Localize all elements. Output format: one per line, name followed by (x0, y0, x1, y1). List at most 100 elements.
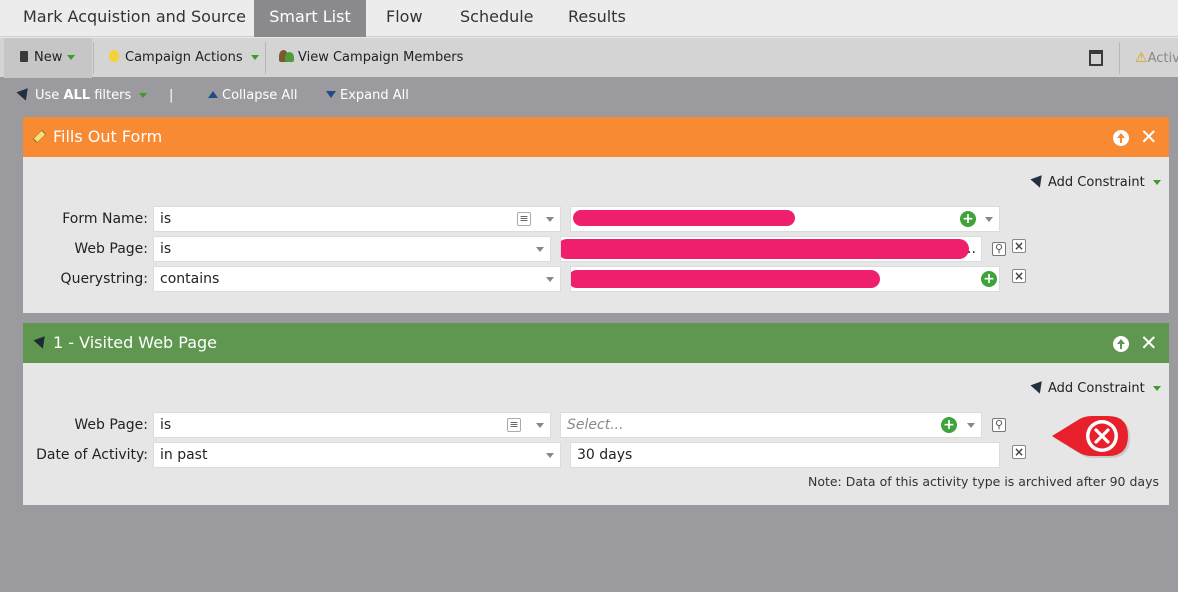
toolbar-divider (1119, 42, 1120, 74)
chevron-down-icon (536, 247, 544, 252)
collapse-all-label: Collapse All (222, 88, 298, 103)
remove-constraint-icon[interactable]: × (1012, 445, 1026, 459)
filters-label: filters (94, 88, 132, 103)
tab-results[interactable]: Results (553, 0, 641, 37)
close-icon[interactable]: ✕ (1140, 331, 1158, 355)
campaign-actions-label: Campaign Actions (125, 50, 243, 65)
date-value-field[interactable]: 30 days (570, 442, 1000, 468)
all-label: ALL (63, 88, 91, 103)
chevron-down-icon (546, 217, 554, 222)
activity-button[interactable]: ⚠Activ (1135, 38, 1178, 78)
form-name-label: Form Name: (62, 211, 148, 227)
filter-visited-web-page-body: Add Constraint Web Page: is ≡ Select... … (23, 363, 1169, 505)
chevron-down-icon (536, 423, 544, 428)
new-icon (20, 51, 28, 62)
operator-value: is (160, 211, 172, 227)
remove-constraint-icon[interactable]: × (1012, 269, 1026, 283)
value-placeholder: Select... (567, 417, 624, 433)
move-up-icon[interactable] (1113, 130, 1129, 146)
redaction-scribble (573, 210, 795, 226)
browse-icon[interactable]: ⚲ (992, 242, 1006, 256)
add-constraint-button[interactable]: Add Constraint (1030, 381, 1161, 396)
web-page-operator-select[interactable]: is ≡ (153, 412, 551, 438)
move-up-icon[interactable] (1113, 336, 1129, 352)
filter-visited-web-page-header[interactable]: 1 - Visited Web Page ✕ (23, 323, 1169, 363)
tab-schedule[interactable]: Schedule (445, 0, 549, 37)
operator-value: in past (160, 447, 208, 463)
querystring-label: Querystring: (60, 271, 148, 287)
web-page-label: Web Page: (74, 417, 148, 433)
use-all-filters-dropdown[interactable]: Use ALL filters (16, 88, 148, 103)
annotation-marker-svg (1052, 416, 1130, 458)
pencil-icon (32, 129, 47, 144)
campaign-actions-button[interactable]: Campaign Actions (109, 38, 259, 78)
chevron-down-icon (1152, 180, 1161, 185)
view-members-label: View Campaign Members (298, 50, 464, 65)
collapse-all-button[interactable]: Collapse All (208, 88, 298, 103)
querystring-operator-select[interactable]: contains (153, 266, 561, 292)
expand-all-label: Expand All (340, 88, 409, 103)
web-page-operator-select[interactable]: is (153, 236, 551, 262)
add-constraint-label: Add Constraint (1048, 381, 1145, 396)
chevron-up-icon (208, 91, 218, 98)
chevron-down-icon (967, 423, 975, 428)
add-constraint-label: Add Constraint (1048, 175, 1145, 190)
value-ellipsis: .. (967, 241, 976, 257)
operator-value: contains (160, 271, 220, 287)
warning-icon: ⚠ (1135, 50, 1148, 66)
expand-all-button[interactable]: Expand All (326, 88, 409, 103)
chevron-down-icon (1152, 386, 1161, 391)
remove-constraint-icon[interactable]: × (1012, 239, 1026, 253)
tab-campaign-name[interactable]: Mark Acquistion and Source (8, 0, 261, 37)
filter-bar: Use ALL filters | Collapse All Expand Al… (0, 77, 1178, 115)
add-icon[interactable]: + (941, 417, 957, 433)
toolbar-divider (265, 42, 266, 74)
chevron-down-icon (546, 453, 554, 458)
close-icon[interactable]: ✕ (1140, 125, 1158, 149)
toolbar: New Campaign Actions View Campaign Membe… (0, 37, 1178, 78)
chevron-down-icon (67, 55, 76, 60)
list-icon[interactable]: ≡ (507, 418, 521, 432)
list-icon[interactable]: ≡ (517, 212, 531, 226)
chevron-down-icon (326, 91, 336, 98)
filter-fills-out-form-header[interactable]: Fills Out Form ✕ (23, 117, 1169, 157)
new-label: New (34, 50, 63, 65)
add-constraint-button[interactable]: Add Constraint (1030, 175, 1161, 190)
chevron-down-icon (985, 217, 993, 222)
chevron-down-icon (139, 93, 148, 98)
funnel-icon (1030, 381, 1046, 396)
filter-title: Fills Out Form (53, 127, 163, 146)
add-icon[interactable]: + (960, 211, 976, 227)
web-page-value-select[interactable]: Select... + (560, 412, 982, 438)
browse-icon[interactable]: ⚲ (992, 418, 1006, 432)
activity-label: Activ (1147, 51, 1178, 66)
tab-flow[interactable]: Flow (371, 0, 438, 37)
add-icon[interactable]: + (981, 271, 997, 287)
date-of-activity-label: Date of Activity: (36, 447, 148, 463)
redaction-scribble (571, 270, 880, 288)
toolbar-divider (93, 42, 94, 74)
date-operator-select[interactable]: in past (153, 442, 561, 468)
web-page-label: Web Page: (74, 241, 148, 257)
filter-bar-separator: | (169, 88, 174, 103)
funnel-icon (33, 336, 49, 351)
view-campaign-members-button[interactable]: View Campaign Members (279, 38, 463, 78)
tab-bar: Mark Acquistion and Source Smart List Fl… (0, 0, 1178, 37)
lightbulb-icon (109, 50, 119, 62)
querystring-value-field[interactable]: + (570, 266, 1000, 292)
funnel-icon (1030, 175, 1046, 190)
filter-fills-out-form-body: Add Constraint Form Name: is ≡ + Web Pag… (23, 157, 1169, 313)
date-value: 30 days (577, 447, 633, 463)
chevron-down-icon (546, 277, 554, 282)
x-circle-icon (1050, 414, 1134, 462)
form-name-value-field[interactable]: + (570, 206, 1000, 232)
operator-value: is (160, 241, 172, 257)
web-page-value-field[interactable]: .. (560, 236, 982, 262)
archive-note: Note: Data of this activity type is arch… (807, 474, 1159, 489)
use-label: Use (35, 88, 60, 103)
form-name-operator-select[interactable]: is ≡ (153, 206, 561, 232)
new-button[interactable]: New (4, 38, 92, 78)
chevron-down-icon (250, 55, 259, 60)
tab-smart-list[interactable]: Smart List (254, 0, 366, 37)
window-icon[interactable] (1089, 50, 1103, 66)
